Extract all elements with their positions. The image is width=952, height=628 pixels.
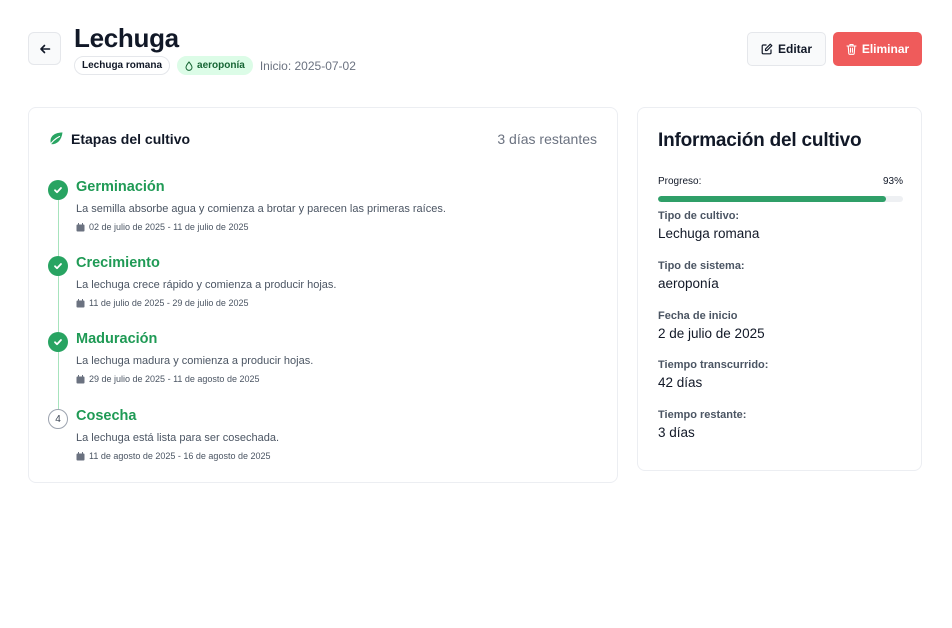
progress-label: Progreso: <box>658 176 702 187</box>
stage-name: Crecimiento <box>76 255 160 271</box>
stage-dates-text: 29 de julio de 2025 - 11 de agosto de 20… <box>89 374 260 384</box>
progress-bar <box>658 196 903 202</box>
stage-item-germinacion: Germinación La semilla absorbe agua y co… <box>48 179 603 249</box>
field-label: Tipo de sistema: <box>658 260 745 272</box>
stage-name: Cosecha <box>76 408 137 424</box>
stages-card: Etapas del cultivo 3 días restantes Germ… <box>28 107 618 483</box>
remaining-time-field: Tiempo restante: 3 días <box>658 409 903 440</box>
field-value: Lechuga romana <box>658 226 760 241</box>
stage-dates: 02 de julio de 2025 - 11 de julio de 202… <box>76 222 248 232</box>
system-badge-label: aeroponía <box>197 60 245 71</box>
stage-name: Germinación <box>76 179 165 195</box>
field-value: 2 de julio de 2025 <box>658 326 765 341</box>
field-label: Tiempo restante: <box>658 409 747 421</box>
stage-number-badge: 4 <box>48 409 68 429</box>
stage-description: La lechuga está lista para ser cosechada… <box>76 432 280 444</box>
check-circle-icon <box>48 180 68 200</box>
stage-item-maduracion: Maduración La lechuga madura y comienza … <box>48 331 603 401</box>
stage-dates-text: 11 de julio de 2025 - 29 de julio de 202… <box>89 298 249 308</box>
elapsed-time-field: Tiempo transcurrido: 42 días <box>658 359 903 390</box>
calendar-icon <box>76 451 85 460</box>
calendar-icon <box>76 298 85 307</box>
stage-dates-text: 11 de agosto de 2025 - 16 de agosto de 2… <box>89 451 271 461</box>
info-card-title: Información del cultivo <box>658 130 862 151</box>
check-circle-icon <box>48 256 68 276</box>
stage-dates: 11 de agosto de 2025 - 16 de agosto de 2… <box>76 451 271 461</box>
stage-name: Maduración <box>76 331 158 347</box>
crop-info-card: Información del cultivo Progreso: 93% Ti… <box>637 107 922 471</box>
field-label: Tiempo transcurrido: <box>658 359 769 371</box>
field-value: 42 días <box>658 375 703 390</box>
field-value: 3 días <box>658 425 695 440</box>
stage-description: La lechuga crece rápido y comienza a pro… <box>76 279 337 291</box>
leaf-icon <box>48 132 63 147</box>
crop-meta: Lechuga romana aeroponía Inicio: 2025-07… <box>74 56 356 75</box>
variety-badge: Lechuga romana <box>74 56 171 75</box>
system-type-field: Tipo de sistema: aeroponía <box>658 260 903 291</box>
start-date-text: Inicio: 2025-07-02 <box>259 58 356 73</box>
field-label: Fecha de inicio <box>658 310 738 322</box>
days-remaining: 3 días restantes <box>497 131 597 147</box>
crop-type-field: Tipo de cultivo: Lechuga romana <box>658 210 903 241</box>
start-date-field: Fecha de inicio 2 de julio de 2025 <box>658 310 903 341</box>
page-title: Lechuga <box>74 23 179 53</box>
stages-card-title: Etapas del cultivo <box>71 131 191 147</box>
progress-row: Progreso: 93% <box>658 176 903 187</box>
field-label: Tipo de cultivo: <box>658 210 740 222</box>
stage-dates-text: 02 de julio de 2025 - 11 de julio de 202… <box>89 222 249 232</box>
edit-button-label: Editar <box>777 42 812 56</box>
droplet-icon <box>185 60 193 71</box>
stage-item-cosecha: 4 Cosecha La lechuga está lista para ser… <box>48 408 603 478</box>
stage-dates: 29 de julio de 2025 - 11 de agosto de 20… <box>76 374 259 384</box>
trash-icon <box>846 44 857 55</box>
page-header: Lechuga Lechuga romana aeroponía Inicio:… <box>28 22 922 78</box>
progress-bar-fill <box>658 196 886 202</box>
check-circle-icon <box>48 332 68 352</box>
progress-percent: 93% <box>882 176 903 187</box>
arrow-left-icon <box>39 44 50 53</box>
field-value: aeroponía <box>658 276 719 291</box>
back-button[interactable] <box>28 32 61 65</box>
stage-description: La lechuga madura y comienza a producir … <box>76 355 314 367</box>
delete-button[interactable]: Eliminar <box>833 32 922 66</box>
calendar-icon <box>76 222 85 231</box>
stage-item-crecimiento: Crecimiento La lechuga crece rápido y co… <box>48 255 603 325</box>
stage-description: La semilla absorbe agua y comienza a bro… <box>76 203 446 215</box>
edit-button[interactable]: Editar <box>747 32 826 66</box>
calendar-icon <box>76 374 85 383</box>
delete-button-label: Eliminar <box>861 42 910 56</box>
system-badge: aeroponía <box>177 56 253 75</box>
stage-dates: 11 de julio de 2025 - 29 de julio de 202… <box>76 298 248 308</box>
pencil-square-icon <box>761 43 773 55</box>
stages-card-header: Etapas del cultivo <box>48 131 190 147</box>
